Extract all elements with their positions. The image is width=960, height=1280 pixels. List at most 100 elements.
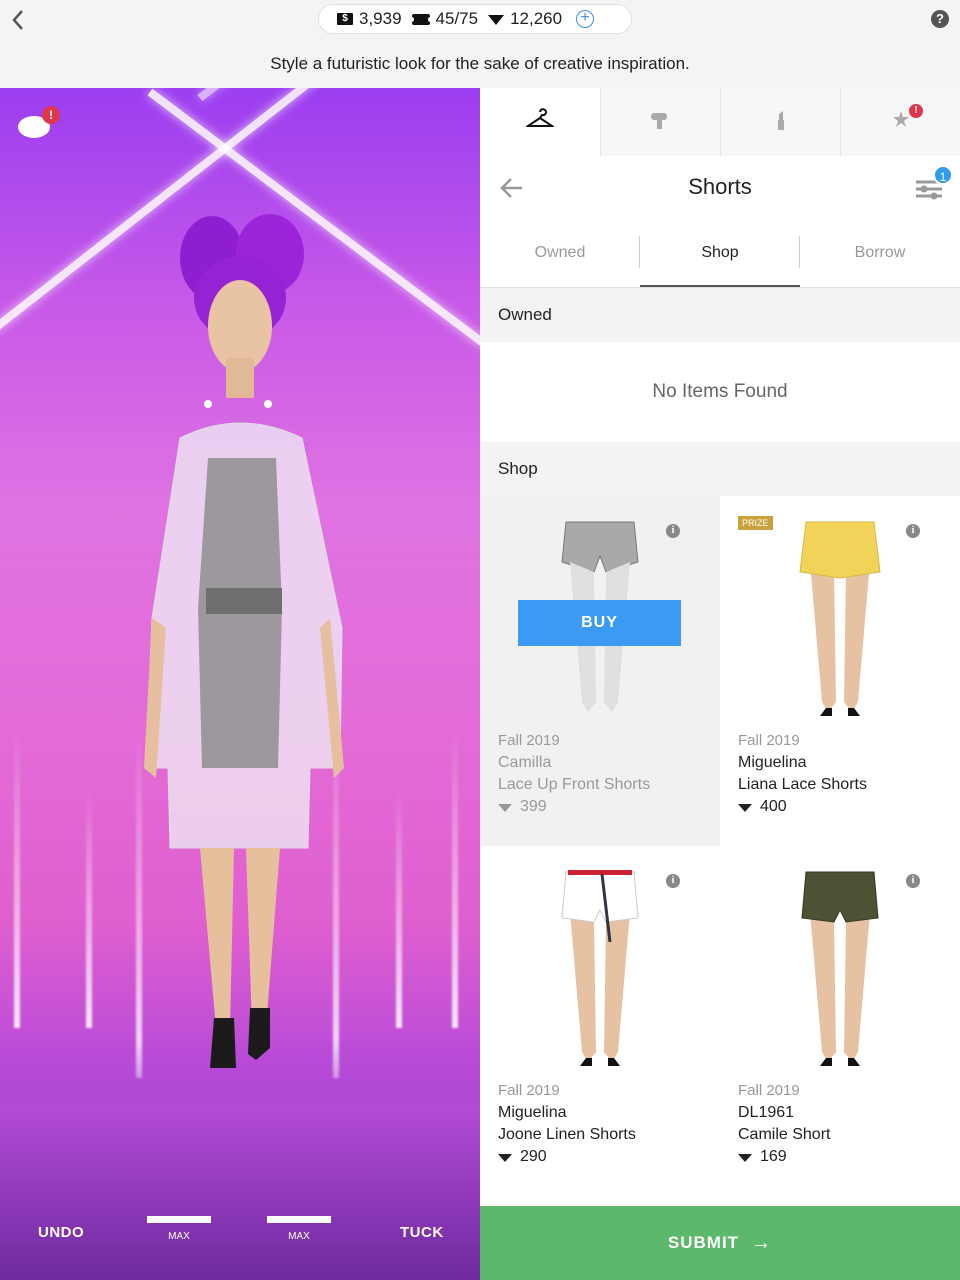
lipstick-icon xyxy=(778,111,784,130)
item-price: 169 xyxy=(738,1146,948,1168)
wardrobe-panel: ! Shorts 1 Owned Shop Borrow Owned No It… xyxy=(480,88,960,1280)
item-brand: Miguelina xyxy=(738,754,807,771)
shop-item-card[interactable]: i BUY Fall 2019 Camilla Lace Up Front Sh… xyxy=(480,496,720,846)
shop-item-card[interactable]: PRIZE i Fall 2019 Miguelina Liana Lace S… xyxy=(720,496,960,846)
arrow-right-icon: → xyxy=(751,1231,773,1254)
currency-bar: $ 3,939 45/75 12,260 + xyxy=(318,4,632,34)
slider-bar xyxy=(267,1216,331,1223)
item-thumbnail xyxy=(799,521,881,716)
ticket-icon xyxy=(409,13,432,25)
tab-accessories[interactable]: ! xyxy=(840,88,960,156)
item-name: Lace Up Front Shorts xyxy=(498,776,651,793)
info-icon[interactable]: i xyxy=(666,874,680,888)
item-brand: DL1961 xyxy=(738,1104,795,1121)
tab-clothing[interactable] xyxy=(480,88,600,156)
submit-label: SUBMIT xyxy=(667,1233,740,1252)
item-price-value: 399 xyxy=(520,798,547,815)
filter-badge: 1 xyxy=(933,165,953,185)
hanger-icon xyxy=(526,108,554,127)
light-pole xyxy=(396,788,402,1028)
item-season: Fall 2019 xyxy=(498,1082,560,1099)
back-button[interactable] xyxy=(8,6,32,34)
chat-button[interactable]: ! xyxy=(18,106,60,140)
dollar-value: 3,939 xyxy=(359,9,402,28)
item-thumbnail xyxy=(801,871,879,1066)
item-meta: Fall 2019 Miguelina Joone Linen Shorts 2… xyxy=(498,1080,708,1168)
stage-preview: ! UNDO MAX MAX TUCK xyxy=(0,88,480,1280)
info-icon[interactable]: i xyxy=(906,874,920,888)
item-price-value: 400 xyxy=(760,798,787,815)
item-price-value: 290 xyxy=(520,1148,547,1165)
gem-icon xyxy=(738,1154,752,1162)
slider-label: MAX xyxy=(288,1231,310,1242)
undo-button[interactable]: UNDO xyxy=(38,1224,84,1241)
item-season: Fall 2019 xyxy=(498,732,560,749)
gem-icon xyxy=(498,1154,512,1162)
item-meta: Fall 2019 DL1961 Camile Short 169 xyxy=(738,1080,948,1168)
category-tabs: ! xyxy=(480,88,960,156)
shop-item-card[interactable]: i Fall 2019 Miguelina Joone Linen Shorts… xyxy=(480,846,720,1196)
item-price: 400 xyxy=(738,796,948,818)
list-header: Shorts 1 xyxy=(480,156,960,220)
item-name: Liana Lace Shorts xyxy=(738,776,867,793)
tab-shop[interactable]: Shop xyxy=(640,222,800,287)
tab-borrow-label: Borrow xyxy=(854,244,906,261)
item-season: Fall 2019 xyxy=(738,732,800,749)
tab-makeup[interactable] xyxy=(720,88,840,156)
ticket-balance: 45/75 xyxy=(409,9,479,29)
tab-hair[interactable] xyxy=(600,88,720,156)
item-price: 290 xyxy=(498,1146,708,1168)
owned-empty-message: No Items Found xyxy=(480,344,960,442)
stage-controls: UNDO MAX MAX TUCK xyxy=(0,1180,480,1280)
buy-button[interactable]: BUY xyxy=(518,600,681,646)
dollar-icon: $ xyxy=(337,13,353,25)
gem-value: 12,260 xyxy=(510,9,563,28)
help-button[interactable]: ? xyxy=(931,10,949,28)
item-brand: Camilla xyxy=(498,754,552,771)
light-pole xyxy=(86,788,92,1028)
submit-button[interactable]: SUBMIT → xyxy=(480,1206,960,1280)
slider-label: MAX xyxy=(168,1231,190,1242)
item-season: Fall 2019 xyxy=(738,1082,800,1099)
ticket-value: 45/75 xyxy=(435,9,479,28)
max-slider-1[interactable]: MAX xyxy=(147,1216,211,1242)
item-brand: Miguelina xyxy=(498,1104,567,1121)
info-icon[interactable]: i xyxy=(666,524,680,538)
accessories-badge: ! xyxy=(909,104,923,118)
chat-badge: ! xyxy=(42,106,60,124)
gem-icon xyxy=(488,15,505,25)
top-bar: $ 3,939 45/75 12,260 + ? xyxy=(0,0,960,40)
item-garment xyxy=(801,871,879,923)
item-meta: Fall 2019 Miguelina Liana Lace Shorts 40… xyxy=(738,730,948,818)
sub-tabs: Owned Shop Borrow xyxy=(480,222,960,288)
gem-icon xyxy=(738,804,752,812)
tab-owned[interactable]: Owned xyxy=(480,222,640,287)
light-beam xyxy=(197,88,361,102)
gem-icon xyxy=(498,804,512,812)
light-pole xyxy=(452,728,458,1028)
shop-item-card[interactable]: i Fall 2019 DL1961 Camile Short 169 xyxy=(720,846,960,1196)
shop-heading: Shop xyxy=(480,442,960,496)
item-price-value: 169 xyxy=(760,1148,787,1165)
tab-shop-label: Shop xyxy=(701,244,739,261)
owned-heading: Owned xyxy=(480,288,960,342)
challenge-prompt: Style a futuristic look for the sake of … xyxy=(270,54,690,73)
page-title: Shorts xyxy=(688,174,752,199)
max-slider-2[interactable]: MAX xyxy=(267,1216,331,1242)
item-name: Joone Linen Shorts xyxy=(498,1126,636,1143)
dollar-balance: $ 3,939 xyxy=(337,9,402,29)
chevron-left-icon xyxy=(12,10,23,30)
avatar-model xyxy=(144,214,344,1068)
tuck-button[interactable]: TUCK xyxy=(400,1224,444,1241)
slider-bar xyxy=(147,1216,211,1223)
tab-borrow[interactable]: Borrow xyxy=(800,222,960,287)
gem-balance: 12,260 xyxy=(488,9,562,29)
item-meta: Fall 2019 Camilla Lace Up Front Shorts 3… xyxy=(498,730,708,818)
hair-dryer-icon xyxy=(651,113,667,129)
tab-owned-label: Owned xyxy=(534,244,586,261)
item-name: Camile Short xyxy=(738,1126,831,1143)
item-thumbnail xyxy=(561,870,639,1066)
add-currency-button[interactable]: + xyxy=(576,10,595,28)
info-icon[interactable]: i xyxy=(906,524,920,538)
prize-badge: PRIZE xyxy=(738,516,773,530)
